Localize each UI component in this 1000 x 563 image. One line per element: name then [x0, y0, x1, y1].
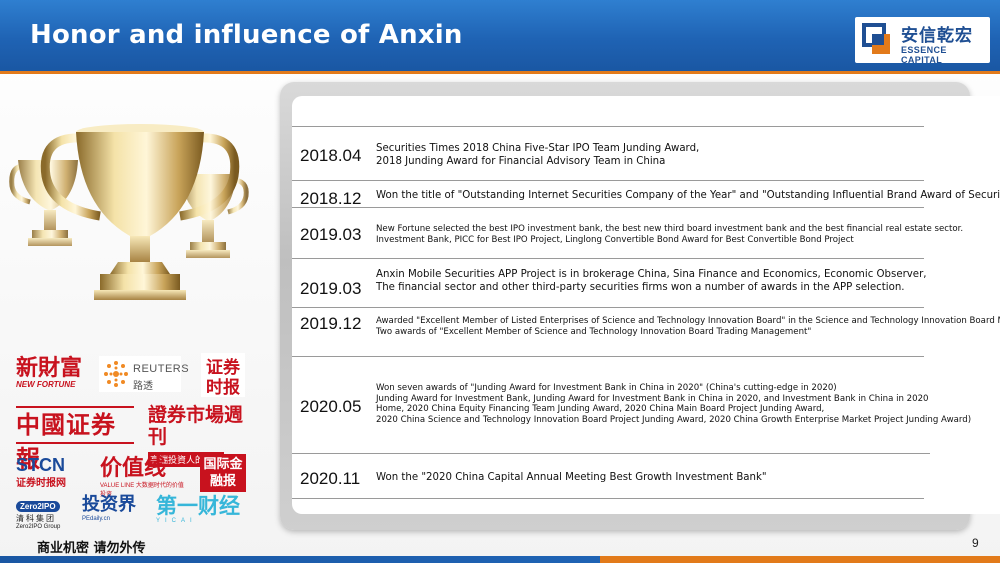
essence-capital-logo: 安信乾宏 ESSENCE CAPITAL	[855, 17, 990, 65]
award-description: Anxin Mobile Securities APP Project is i…	[376, 269, 927, 293]
securities-times-seal-logo: 证券 时报	[201, 353, 245, 398]
page-number: 9	[972, 536, 979, 550]
china-securities-journal-logo: 中國证券報	[16, 406, 134, 473]
value-line-logo: 价值线 VALUE LINE 大数据时代的价值投资	[100, 455, 184, 498]
award-year: 2020.11	[300, 469, 361, 488]
award-row: 2018.12 Won the title of "Outstanding In…	[292, 181, 1000, 208]
page-title: Honor and influence of Anxin	[30, 20, 463, 50]
award-row: 2020.11 Won the "2020 China Capital Annu…	[292, 454, 1000, 498]
award-row: 2019.03 New Fortune selected the best IP…	[292, 208, 1000, 258]
award-year: 2018.12	[300, 189, 362, 208]
main-trophy-icon	[40, 124, 240, 300]
award-row: 2018.04 Securities Times 2018 China Five…	[292, 127, 1000, 180]
new-fortune-logo: 新財富 NEW FORTUNE	[16, 355, 83, 389]
svg-text:证券: 证券	[206, 357, 241, 378]
awards-table: 2018.04 Securities Times 2018 China Five…	[292, 96, 1000, 514]
award-description: Won the "2020 China Capital Annual Meeti…	[376, 472, 767, 483]
award-year: 2020.05	[300, 397, 362, 416]
award-description: New Fortune selected the best IPO invest…	[376, 224, 964, 245]
award-year: 2019.03	[300, 225, 362, 244]
pedaily-logo: 投资界 PEdaily.cn	[82, 494, 136, 522]
award-year: 2019.03	[300, 279, 362, 298]
svg-text:时报: 时报	[206, 377, 240, 398]
logo-mark-icon	[862, 23, 890, 54]
zero2ipo-logo: Zero2IPO 清科集团 Zero2IPO Group	[16, 501, 61, 530]
securities-market-weekly-logo: 證券市場週刊 高端投資人的利器	[148, 404, 244, 467]
logo-english-name: ESSENCE CAPITAL	[901, 45, 947, 65]
award-description: Won seven awards of "Junding Award for I…	[376, 383, 972, 426]
bottom-accent-bar	[0, 556, 1000, 563]
award-year: 2018.04	[300, 146, 362, 165]
award-row: 2019.12 Awarded "Excellent Member of Lis…	[292, 308, 1000, 356]
award-row: 2019.03 Anxin Mobile Securities APP Proj…	[292, 259, 1000, 307]
award-description: Awarded "Excellent Member of Listed Ente…	[376, 316, 1000, 337]
stcn-logo: STCN 证券时报网	[16, 455, 66, 489]
yicai-logo: 第一财经 YICAI	[156, 494, 240, 524]
trophies-illustration	[9, 124, 249, 300]
award-year: 2019.12	[300, 314, 362, 333]
international-finance-news-logo: 国际金融报	[200, 454, 246, 492]
confidential-notice: 商业机密 请勿外传	[37, 541, 146, 556]
row-divider	[292, 498, 924, 499]
award-description: Securities Times 2018 China Five-Star IP…	[376, 143, 700, 167]
award-row: 2020.05 Won seven awards of "Junding Awa…	[292, 357, 1000, 453]
reuters-logo: REUTERS 路透	[99, 356, 189, 392]
award-description: Won the title of "Outstanding Internet S…	[376, 190, 1000, 201]
header-bar: Honor and influence of Anxin 安信乾宏 ESSENC…	[0, 0, 1000, 74]
logo-chinese-name: 安信乾宏	[901, 26, 973, 46]
reuters-dots-icon	[104, 361, 128, 387]
